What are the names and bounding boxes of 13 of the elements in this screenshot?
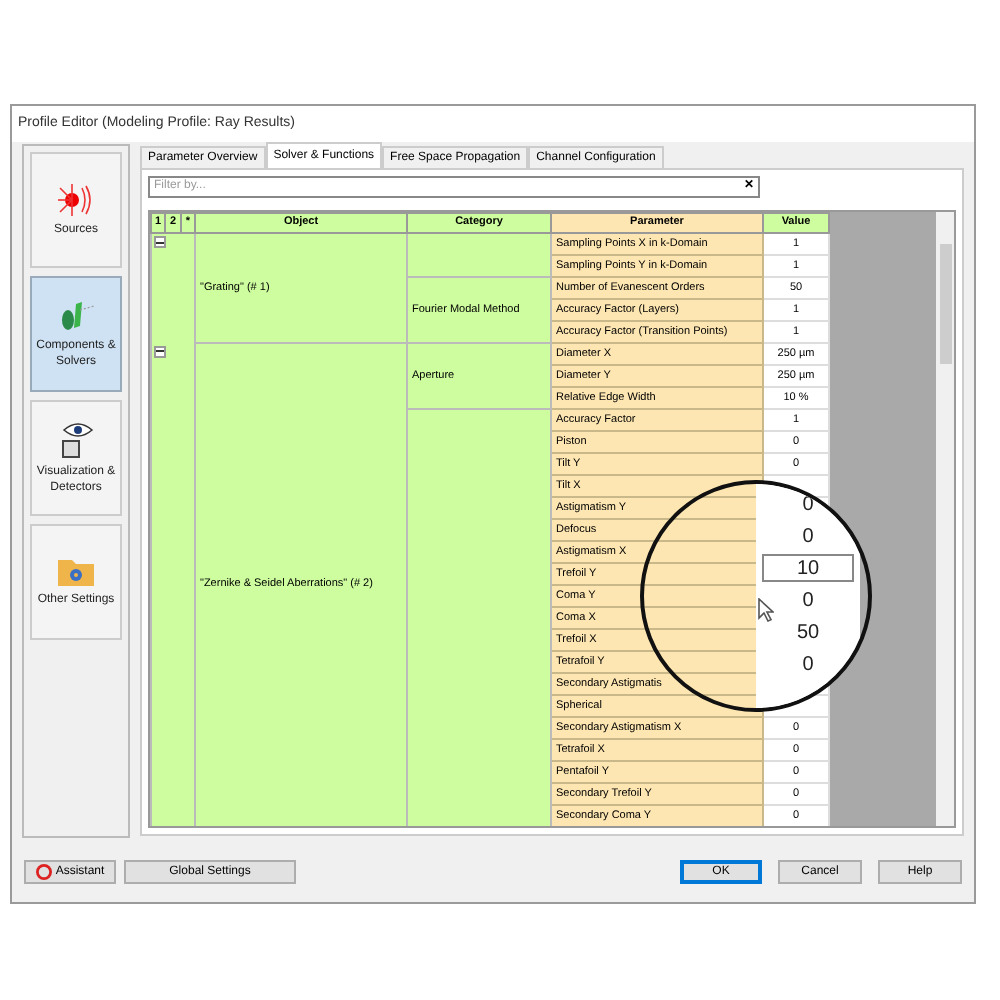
light-source-icon (56, 182, 96, 218)
collapse-toggle[interactable] (154, 236, 166, 248)
magnified-value: 0 (800, 587, 816, 614)
eye-and-screen-icon (56, 420, 96, 460)
magnified-value: 0 (800, 651, 816, 678)
lifebuoy-icon (35, 864, 52, 880)
lens-icon (56, 298, 96, 334)
magnified-value: 0 (800, 523, 816, 550)
scrollbar[interactable] (936, 212, 954, 826)
collapse-toggle[interactable] (154, 345, 166, 357)
magnified-value: 50 (794, 619, 822, 646)
value-input-field[interactable]: 10 (762, 554, 854, 582)
folder-gear-icon (56, 556, 96, 588)
